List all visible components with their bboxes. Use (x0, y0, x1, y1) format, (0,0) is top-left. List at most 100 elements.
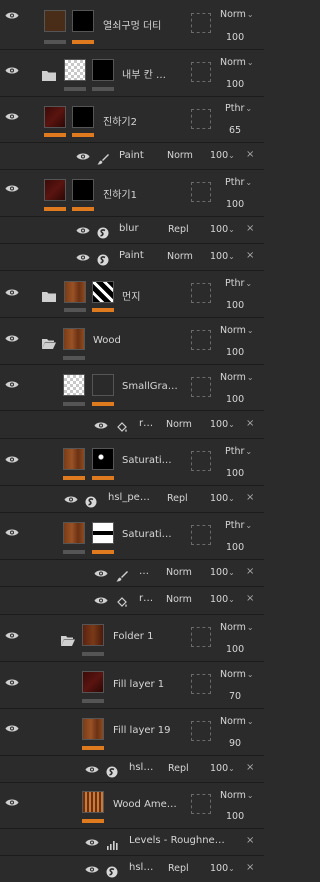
opacity-value[interactable]: 100⌄ (210, 863, 235, 874)
layer-name[interactable]: 진하기1 (103, 186, 188, 201)
blend-mode-dropdown[interactable]: Repl (167, 493, 188, 504)
layer-row[interactable]: Fill layer 19 Norm⌄ 90 (0, 709, 264, 756)
visibility-eye-icon[interactable] (5, 528, 19, 537)
layer-name[interactable]: Saturati… (122, 455, 188, 466)
layer-name[interactable]: 진하기2 (103, 113, 188, 128)
layer-name[interactable]: Folder 1 (113, 631, 188, 642)
effect-row[interactable]: Paint Norm 100⌄ × (0, 244, 264, 271)
opacity-value[interactable]: 90 (229, 738, 241, 749)
opacity-value[interactable]: 100⌄ (210, 251, 235, 262)
opacity-value[interactable]: 100 (226, 32, 244, 43)
blend-mode-dropdown[interactable]: Pthr⌄ (225, 446, 252, 457)
opacity-value[interactable]: 100 (226, 199, 244, 210)
opacity-value[interactable]: 100 (226, 468, 244, 479)
effect-row[interactable]: blur Repl 100⌄ × (0, 217, 264, 244)
visibility-eye-icon[interactable] (94, 421, 108, 430)
layer-row[interactable]: 진하기2 Pthr⌄ 65 (0, 97, 264, 143)
remove-effect-button[interactable]: × (246, 566, 254, 577)
blend-mode-dropdown[interactable]: Pthr⌄ (225, 177, 252, 188)
effect-name[interactable]: hsl_pe… (108, 492, 163, 503)
visibility-eye-icon[interactable] (85, 765, 99, 774)
visibility-eye-icon[interactable] (76, 226, 90, 235)
mask-thumbnail[interactable] (92, 59, 114, 81)
visibility-eye-icon[interactable] (94, 569, 108, 578)
blend-mode-dropdown[interactable]: Norm (166, 567, 192, 578)
blend-mode-dropdown[interactable]: Norm⌄ (220, 669, 254, 680)
blend-mode-dropdown[interactable]: Repl (168, 863, 189, 874)
layer-thumbnail[interactable] (63, 374, 85, 396)
effect-name[interactable]: blur (119, 223, 161, 234)
opacity-value[interactable]: 70 (229, 691, 241, 702)
layer-name[interactable]: SmallGra… (122, 381, 188, 392)
remove-effect-button[interactable]: × (246, 593, 254, 604)
blend-mode-dropdown[interactable]: Norm⌄ (220, 57, 254, 68)
opacity-value[interactable]: 100⌄ (210, 493, 235, 504)
opacity-value[interactable]: 100 (226, 644, 244, 655)
visibility-eye-icon[interactable] (5, 184, 19, 193)
mask-thumbnail[interactable] (72, 179, 94, 201)
visibility-eye-icon[interactable] (5, 380, 19, 389)
blend-mode-dropdown[interactable]: Norm⌄ (220, 9, 254, 20)
visibility-eye-icon[interactable] (5, 678, 19, 687)
mask-thumbnail[interactable] (92, 448, 114, 470)
mask-thumbnail[interactable] (92, 281, 114, 303)
visibility-eye-icon[interactable] (76, 152, 90, 161)
mask-thumbnail[interactable] (72, 10, 94, 32)
blend-mode-dropdown[interactable]: Repl (168, 224, 189, 235)
layer-thumbnail[interactable] (82, 718, 104, 740)
layer-row[interactable]: Wood Norm⌄ 100 (0, 318, 264, 365)
remove-effect-button[interactable]: × (246, 223, 254, 234)
opacity-value[interactable]: 65 (229, 125, 241, 136)
effect-row[interactable]: hsl_pe… Repl 100⌄ × (0, 486, 264, 513)
layer-row[interactable]: Saturati… Pthr⌄ 100 (0, 439, 264, 486)
layer-thumbnail[interactable] (64, 281, 86, 303)
effect-name[interactable]: r… (139, 418, 163, 429)
layer-name[interactable]: 열쇠구멍 더티 (103, 17, 188, 32)
visibility-eye-icon[interactable] (85, 838, 99, 847)
blend-mode-dropdown[interactable]: Norm⌄ (220, 716, 254, 727)
remove-effect-button[interactable]: × (246, 762, 254, 773)
effect-row[interactable]: hsl… Repl 100⌄ × (0, 856, 264, 882)
blend-mode-dropdown[interactable]: Norm (166, 419, 192, 430)
visibility-eye-icon[interactable] (5, 66, 19, 75)
blend-mode-dropdown[interactable]: Norm⌄ (220, 372, 254, 383)
mask-thumbnail[interactable] (92, 522, 114, 544)
blend-mode-dropdown[interactable]: Norm (167, 251, 193, 262)
effect-row[interactable]: Levels - Roughne… × (0, 829, 264, 856)
remove-effect-button[interactable]: × (246, 418, 254, 429)
layer-name[interactable]: Wood Ame… (113, 799, 188, 810)
layer-row[interactable]: Saturati… Pthr⌄ 100 (0, 513, 264, 560)
opacity-value[interactable]: 100 (226, 79, 244, 90)
layer-thumbnail[interactable] (63, 328, 85, 350)
layer-row[interactable]: 열쇠구멍 더티 Norm⌄ 100 (0, 0, 264, 50)
effect-name[interactable]: Paint (119, 250, 161, 261)
visibility-eye-icon[interactable] (64, 495, 78, 504)
opacity-value[interactable]: 100 (226, 811, 244, 822)
layer-row[interactable]: Folder 1 Norm⌄ 100 (0, 615, 264, 662)
opacity-value[interactable]: 100⌄ (210, 419, 235, 430)
remove-effect-button[interactable]: × (246, 835, 254, 846)
effect-row[interactable]: … Norm 100⌄ × (0, 560, 264, 587)
layer-thumbnail[interactable] (82, 671, 104, 693)
layer-name[interactable]: Fill layer 19 (113, 725, 188, 736)
remove-effect-button[interactable]: × (246, 149, 254, 160)
layer-thumbnail[interactable] (63, 448, 85, 470)
layer-thumbnail[interactable] (44, 10, 66, 32)
visibility-eye-icon[interactable] (5, 11, 19, 20)
visibility-eye-icon[interactable] (5, 288, 19, 297)
layer-row[interactable]: Fill layer 1 Norm⌄ 70 (0, 662, 264, 709)
layer-name[interactable]: Wood (93, 335, 178, 346)
blend-mode-dropdown[interactable]: Norm (166, 594, 192, 605)
layer-thumbnail[interactable] (82, 791, 104, 813)
blend-mode-dropdown[interactable]: Pthr⌄ (225, 278, 252, 289)
layer-thumbnail[interactable] (64, 59, 86, 81)
layer-name[interactable]: 내부 칸 … (122, 66, 187, 81)
opacity-value[interactable]: 100 (226, 347, 244, 358)
opacity-value[interactable]: 100 (226, 542, 244, 553)
blend-mode-dropdown[interactable]: Norm (167, 150, 193, 161)
opacity-value[interactable]: 100⌄ (210, 594, 235, 605)
mask-thumbnail[interactable] (92, 374, 114, 396)
blend-mode-dropdown[interactable]: Norm⌄ (220, 790, 254, 801)
layer-row[interactable]: 진하기1 Pthr⌄ 100 (0, 170, 264, 217)
effect-row[interactable]: r… Norm 100⌄ × (0, 587, 264, 615)
